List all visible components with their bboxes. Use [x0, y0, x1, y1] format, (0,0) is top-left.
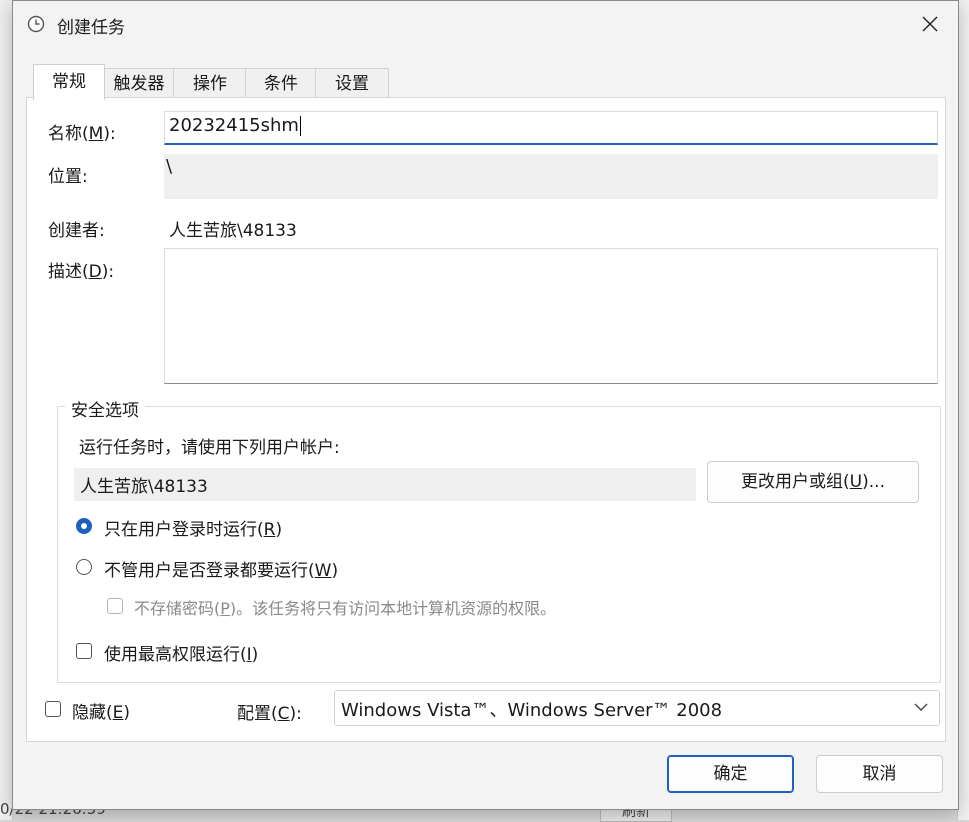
hidden-label[interactable]: 隐藏(E): [72, 698, 130, 723]
user-account-value: 人生苦旅\48133: [80, 477, 208, 497]
close-button[interactable]: [913, 10, 947, 38]
name-input[interactable]: 20232415shm: [164, 111, 938, 145]
window-title: 创建任务: [57, 18, 125, 38]
text-caret: [299, 116, 301, 136]
author-label: 创建者:: [48, 221, 105, 241]
tab-triggers[interactable]: 触发器: [103, 68, 175, 99]
do-not-store-password-label: 不存储密码(P)。该任务将只有访问本地计算机资源的权限。: [134, 599, 557, 618]
tab-general[interactable]: 常规: [33, 64, 105, 100]
change-user-button[interactable]: 更改用户或组(U)...: [707, 461, 919, 503]
author-value: 人生苦旅\48133: [169, 221, 297, 241]
title-bar[interactable]: 创建任务: [13, 1, 958, 47]
do-not-store-password-checkbox[interactable]: [107, 598, 123, 614]
run-only-when-logged-on-radio[interactable]: [76, 518, 92, 534]
run-only-when-logged-on-label[interactable]: 只在用户登录时运行(R): [104, 515, 282, 540]
run-as-label: 运行任务时，请使用下列用户帐户:: [79, 438, 340, 458]
security-options-title: 安全选项: [65, 396, 145, 421]
clock-icon: [27, 15, 45, 33]
run-whether-logged-on-radio[interactable]: [76, 559, 92, 575]
general-tab-panel: 名称(M): 20232415shm 位置: \ 创建者: 人生苦旅\48133…: [26, 97, 946, 742]
hidden-checkbox[interactable]: [45, 701, 61, 717]
location-value: \: [166, 156, 173, 177]
configure-select[interactable]: Windows Vista™、Windows Server™ 2008: [334, 690, 940, 726]
name-label: 名称(M):: [48, 124, 116, 144]
user-account-field: 人生苦旅\48133: [74, 468, 696, 501]
tab-settings[interactable]: 设置: [315, 68, 389, 99]
configure-value: Windows Vista™、Windows Server™ 2008: [341, 700, 723, 721]
location-field: \: [164, 154, 938, 199]
create-task-dialog: 创建任务 常规 触发器 操作 条件 设置 名称(M): 20232415shm …: [12, 0, 959, 810]
run-whether-logged-on-label[interactable]: 不管用户是否登录都要运行(W): [104, 556, 338, 581]
description-label: 描述(D):: [48, 262, 115, 282]
highest-privileges-label[interactable]: 使用最高权限运行(I): [104, 640, 258, 665]
location-label: 位置:: [48, 167, 88, 187]
description-textarea[interactable]: [164, 248, 938, 384]
configure-label: 配置(C):: [237, 704, 302, 724]
ok-button[interactable]: 确定: [667, 755, 794, 793]
tab-actions[interactable]: 操作: [173, 68, 247, 99]
chevron-down-icon: [914, 703, 928, 711]
cancel-button[interactable]: 取消: [816, 755, 943, 793]
close-icon: [922, 16, 938, 32]
tab-conditions[interactable]: 条件: [245, 68, 317, 99]
highest-privileges-checkbox[interactable]: [76, 643, 92, 659]
